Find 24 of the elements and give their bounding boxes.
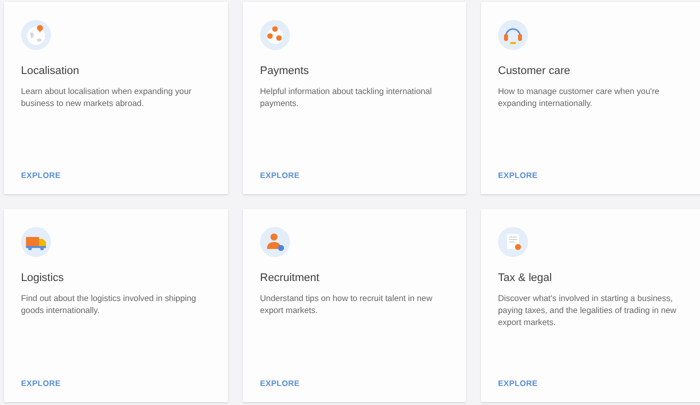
card-description: Understand tips on how to recruit talent in new export markets. xyxy=(260,292,434,316)
dots-icon xyxy=(260,20,290,50)
card-description: Learn about localisation when expanding your business to new markets abroad. xyxy=(21,85,192,109)
card-description: Find out about the logistics involved in shipping goods internationally. xyxy=(21,292,198,316)
truck-icon xyxy=(21,227,51,257)
card-title: Customer care xyxy=(498,65,572,77)
explore-link[interactable]: EXPLORE xyxy=(260,379,300,388)
card-title: Payments xyxy=(260,65,310,77)
explore-link[interactable]: EXPLORE xyxy=(21,379,61,388)
explore-link[interactable]: EXPLORE xyxy=(260,171,300,180)
headset-icon xyxy=(498,20,528,50)
explore-link[interactable]: EXPLORE xyxy=(21,171,61,180)
card-title: Logistics xyxy=(21,272,65,284)
explore-link[interactable]: EXPLORE xyxy=(498,171,538,180)
document-icon xyxy=(498,227,528,257)
card-description: Discover what's involved in starting a business, paying taxes, and the legalities of trading in new export markets. xyxy=(498,292,678,328)
explore-link[interactable]: EXPLORE xyxy=(498,379,538,388)
card-title: Tax & legal xyxy=(498,272,553,284)
person-icon xyxy=(260,227,290,257)
globe-pin-icon xyxy=(21,20,51,50)
card-description: How to manage customer care when you're expanding internationally. xyxy=(498,85,660,109)
card-title: Localisation xyxy=(21,65,80,77)
card-title: Recruitment xyxy=(260,272,320,284)
card-description: Helpful information about tackling international payments. xyxy=(260,85,433,109)
